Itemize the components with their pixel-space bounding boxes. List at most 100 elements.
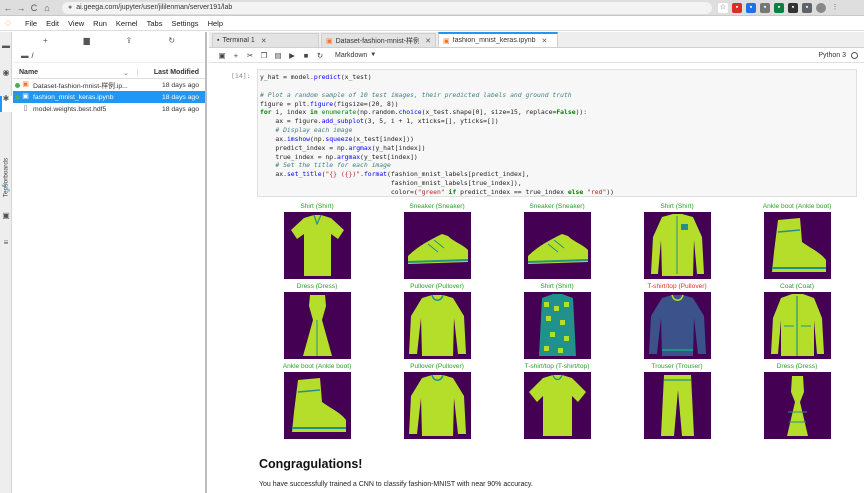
extension-icon[interactable]: ▪	[746, 2, 756, 13]
close-icon[interactable]: ✕	[261, 37, 267, 45]
code-cell[interactable]: y_hat = model.predict(x_test) # Plot a r…	[257, 69, 857, 197]
file-list-item[interactable]: ▯ model.weights.best.hdf5 18 days ago	[13, 103, 205, 115]
menu-kernel[interactable]: Kernel	[116, 19, 138, 28]
new-folder-icon[interactable]: ▆	[84, 36, 90, 45]
notebook-icon: ▣	[443, 37, 450, 45]
more-icon[interactable]: ⋮	[830, 3, 840, 13]
markdown-heading: Congragulations!	[259, 457, 363, 471]
fashion-image	[524, 372, 591, 439]
cell-type-select[interactable]: Markdown ▼	[335, 52, 376, 59]
code-editor[interactable]: y_hat = model.predict(x_test) # Plot a r…	[260, 73, 614, 197]
file-name: Dataset-fashion-mnist-样例.ip...	[33, 83, 128, 90]
file-modified: 18 days ago	[161, 81, 199, 89]
prediction-title: Dress (Dress)	[776, 363, 818, 370]
breadcrumb[interactable]: ▬ /	[13, 49, 205, 63]
jupyter-logo-icon: ◌	[5, 17, 11, 29]
kernel-name[interactable]: Python 3	[818, 51, 858, 59]
new-launcher-icon[interactable]: +	[43, 36, 48, 45]
paste-icon[interactable]: ▤	[271, 51, 285, 60]
file-browser-toolbar: + ▆ ⇪ ↻	[13, 32, 205, 49]
fashion-image	[404, 292, 471, 359]
column-modified[interactable]: Last Modified	[137, 69, 205, 76]
running-icon[interactable]: ◉	[1, 68, 11, 78]
column-name[interactable]: Name	[13, 69, 123, 76]
tensorboards-tab[interactable]: Tensorboards	[0, 154, 12, 202]
extension-icon[interactable]: ▪	[788, 2, 798, 13]
menu-settings[interactable]: Settings	[171, 19, 198, 28]
file-name: fashion_mnist_keras.ipynb	[33, 93, 114, 101]
file-list-item[interactable]: ▣ Dataset-fashion-mnist-样例.ip... 18 days a…	[13, 79, 205, 91]
tabs-icon[interactable]: ▣	[1, 211, 11, 221]
bookmark-star-icon[interactable]: ☆	[718, 2, 728, 13]
main-area: ▪ Terminal 1 ✕ ▣ Dataset-fashion-mnist-样例 ✕ ▣ f…	[209, 32, 864, 493]
file-list-item[interactable]: ▣ fashion_mnist_keras.ipynb 18 days ago	[13, 91, 205, 103]
file-list: ▣ Dataset-fashion-mnist-样例.ip... 18 days a…	[13, 79, 205, 115]
home-icon[interactable]: ⌂	[42, 2, 52, 14]
prediction-title: Dress (Dress)	[296, 283, 338, 290]
prediction-title: Pullover (Pullover)	[410, 363, 464, 370]
prediction-title: Shirt (Shirt)	[660, 203, 694, 210]
prediction-tile: Dress (Dress)	[737, 362, 857, 442]
sort-caret-icon[interactable]: ⌄	[123, 69, 137, 77]
prediction-tile: Coat (Coat)	[737, 282, 857, 362]
menu-edit[interactable]: Edit	[46, 19, 59, 28]
menu-view[interactable]: View	[68, 19, 84, 28]
fashion-image	[764, 292, 831, 359]
markdown-cell[interactable]: Congragulations! You have successfully t…	[259, 457, 859, 488]
prediction-tile: Shirt (Shirt)	[257, 202, 377, 282]
chevron-down-icon: ▼	[370, 52, 377, 58]
extension-icon[interactable]: ▪	[760, 2, 770, 13]
tab-label: Terminal 1	[222, 37, 255, 44]
wrench-icon[interactable]: 🔧	[1, 183, 11, 193]
breadcrumb-path: /	[31, 51, 34, 60]
tensorboards-label: Tensorboards	[2, 157, 10, 198]
close-icon[interactable]: ✕	[425, 37, 431, 45]
menu-file[interactable]: File	[25, 19, 37, 28]
tab-notebook[interactable]: ▣ Dataset-fashion-mnist-样例 ✕	[321, 33, 436, 47]
avatar[interactable]	[816, 2, 826, 13]
forward-icon[interactable]: →	[16, 2, 26, 14]
address-bar[interactable]: ● ai.geega.com/jupyter/user/jililenman/s…	[62, 1, 712, 14]
prediction-title: Coat (Coat)	[779, 283, 815, 290]
refresh-icon[interactable]: ↻	[168, 36, 175, 45]
copy-icon[interactable]: ❐	[257, 51, 271, 60]
prediction-tile: Ankle boot (Ankle boot)	[257, 362, 377, 442]
extension-icon[interactable]: ▪	[732, 2, 742, 13]
close-icon[interactable]: ✕	[542, 37, 548, 45]
browser-toolbar: ← → C ⌂ ● ai.geega.com/jupyter/user/jili…	[0, 0, 864, 16]
menu-tabs[interactable]: Tabs	[147, 19, 163, 28]
prediction-title: Ankle boot (Ankle boot)	[282, 363, 352, 370]
add-cell-icon[interactable]: +	[229, 51, 243, 60]
stop-icon[interactable]: ■	[299, 51, 313, 60]
upload-icon[interactable]: ⇪	[126, 36, 133, 45]
tab-terminal[interactable]: ▪ Terminal 1 ✕	[212, 33, 319, 47]
menu-run[interactable]: Run	[93, 19, 107, 28]
file-name: model.weights.best.hdf5	[33, 105, 107, 113]
cut-icon[interactable]: ✂	[243, 51, 257, 60]
kernel-label: Python 3	[818, 51, 846, 59]
file-browser: + ▆ ⇪ ↻ ▬ / Name ⌄ Last Modified ▣ Datase…	[13, 32, 207, 493]
prediction-tile: Trouser (Trouser)	[617, 362, 737, 442]
palette-icon[interactable]: ✱	[1, 94, 11, 104]
run-icon[interactable]: ▶	[285, 51, 299, 60]
tab-label: Dataset-fashion-mnist-样例	[335, 37, 420, 45]
menu-help[interactable]: Help	[208, 19, 223, 28]
save-icon[interactable]: ▣	[215, 51, 229, 60]
fashion-image	[644, 292, 711, 359]
execution-prompt: [14]:	[231, 72, 251, 80]
folder-icon[interactable]: ▬	[1, 41, 11, 51]
fashion-image	[524, 292, 591, 359]
folder-icon: ▬	[21, 51, 29, 60]
prediction-tile: Dress (Dress)	[257, 282, 377, 362]
back-icon[interactable]: ←	[3, 2, 13, 14]
restart-icon[interactable]: ↻	[313, 51, 327, 60]
reload-icon[interactable]: C	[29, 2, 39, 14]
puzzle-icon[interactable]: ▪	[802, 2, 812, 13]
prediction-tile: Ankle boot (Ankle boot)	[737, 202, 857, 282]
list-icon[interactable]: ≡	[1, 238, 11, 248]
terminal-icon: ▪	[217, 37, 220, 44]
fashion-image	[284, 212, 351, 279]
tab-notebook[interactable]: ▣ fashion_mnist_keras.ipynb ✕	[438, 32, 558, 47]
extension-icon[interactable]: ▪	[774, 2, 784, 13]
running-indicator-icon	[15, 107, 20, 112]
